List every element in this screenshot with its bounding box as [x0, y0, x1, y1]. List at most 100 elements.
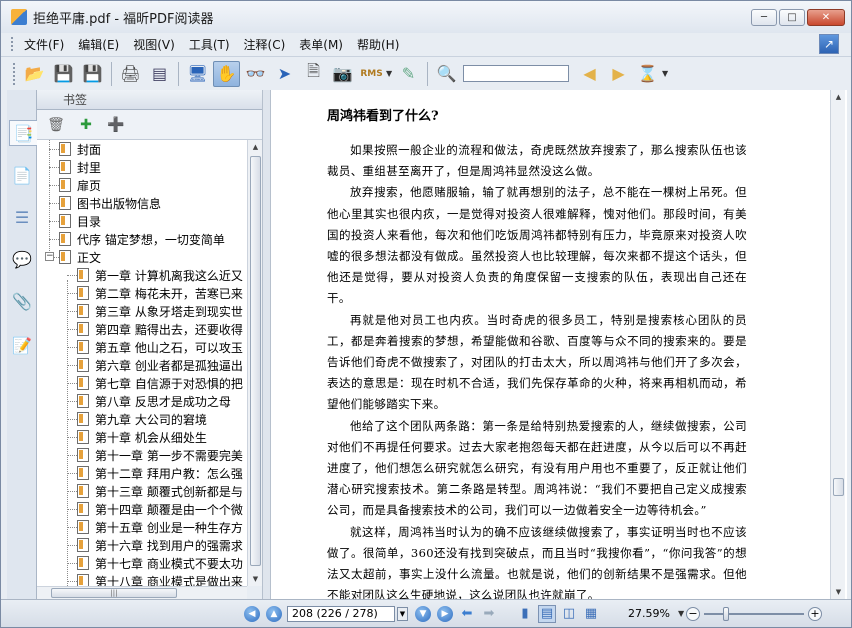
scroll-thumb[interactable] — [250, 156, 261, 566]
zoom-in-icon[interactable]: + — [807, 606, 822, 621]
doc-scroll-thumb[interactable] — [833, 478, 844, 496]
find-next-icon[interactable]: ▶ — [605, 61, 632, 87]
bookmark-item[interactable]: 扉页 — [59, 176, 101, 194]
facing-view-icon[interactable]: ◫ — [560, 605, 578, 623]
zoom-level[interactable]: 27.59% — [628, 607, 670, 620]
go-forward-icon[interactable]: ➡ — [480, 605, 498, 623]
layers-tab-icon[interactable]: ☰ — [11, 204, 33, 230]
menu-form[interactable]: 表单(M) — [292, 36, 350, 53]
add-bookmark-icon[interactable]: ✚ — [77, 116, 95, 134]
bookmark-item[interactable]: 第八章 反思才是成功之母 — [77, 392, 231, 410]
bookmark-item[interactable]: 图书出版物信息 — [59, 194, 161, 212]
search-options-icon[interactable]: ⌛ — [634, 61, 661, 87]
properties-icon[interactable]: ▤ — [146, 61, 173, 87]
save-icon[interactable]: 💾 — [50, 61, 77, 87]
document-vertical-scrollbar[interactable]: ▲ ▼ — [830, 90, 845, 599]
collapse-toggle-icon[interactable]: − — [45, 252, 54, 261]
bookmark-item[interactable]: 第十八章 商业模式是做出来 — [77, 572, 243, 586]
bookmark-item[interactable]: 第十六章 找到用户的强需求 — [77, 536, 243, 554]
bookmark-item[interactable]: 第十五章 创业是一种生存方 — [77, 518, 243, 536]
expand-icon[interactable]: ↗ — [819, 34, 839, 54]
zoom-dropdown-icon[interactable]: ▼ — [678, 609, 686, 618]
doc-scroll-up-icon[interactable]: ▲ — [831, 90, 846, 104]
bookmark-item[interactable]: 第十四章 颠覆是由一个个微 — [77, 500, 243, 518]
print-icon[interactable]: 🖨 — [117, 61, 144, 87]
first-page-icon[interactable]: ◀ — [244, 605, 260, 622]
open-folder-icon[interactable]: 📂 — [21, 61, 48, 87]
single-page-view-icon[interactable]: ▮ — [516, 605, 534, 623]
bookmark-tree[interactable]: 封面 封里 扉页 图书出版物信息 目录 代序 锚定梦想，一切变简单 − 正文 第一章 计算机离我… — [37, 140, 247, 586]
hand-tool-icon[interactable]: ✋ — [213, 60, 240, 87]
last-page-icon[interactable]: ▶ — [437, 605, 453, 622]
zoom-out-icon[interactable]: − — [685, 606, 700, 621]
bookmark-item[interactable]: 第六章 创业者都是孤独逼出 — [77, 356, 243, 374]
minimize-button[interactable]: ─ — [751, 9, 777, 26]
page-number-field[interactable]: 208 (226 / 278) — [287, 605, 395, 622]
select-arrow-icon[interactable]: ➤ — [271, 61, 298, 87]
binoculars-icon[interactable]: 🔍 — [433, 61, 460, 87]
bookmarks-tab-icon[interactable]: 📑 — [9, 120, 37, 146]
bookmark-horizontal-scrollbar[interactable]: ||| — [37, 586, 247, 599]
page-dropdown-icon[interactable]: ▼ — [397, 606, 408, 621]
attachments-tab-icon[interactable]: 📎 — [11, 288, 33, 314]
continuous-facing-view-icon[interactable]: ▦ — [582, 605, 600, 623]
bookmark-item[interactable]: 第十七章 商业模式不要太功 — [77, 554, 243, 572]
bookmark-item[interactable]: 第七章 自信源于对恐惧的把 — [77, 374, 243, 392]
bookmark-item[interactable]: 第五章 他山之石，可以攻玉 — [77, 338, 243, 356]
bookmark-item[interactable]: 第十一章 第一步不需要完美 — [77, 446, 243, 464]
bookmark-vertical-scrollbar[interactable]: ▲ ▼ — [247, 140, 262, 586]
signatures-tab-icon[interactable]: 📝 — [11, 332, 33, 358]
page-thumbnails-tab-icon[interactable]: 📄 — [11, 162, 33, 188]
sign-pen-icon[interactable]: ✎ — [395, 61, 422, 87]
bookmark-item[interactable]: 封里 — [59, 158, 101, 176]
menu-comment[interactable]: 注释(C) — [237, 36, 293, 53]
bookmark-item[interactable]: 封面 — [59, 140, 101, 158]
menu-file[interactable]: 文件(F) — [14, 36, 71, 53]
search-options-dropdown-icon[interactable]: ▼ — [662, 69, 670, 78]
panel-splitter[interactable] — [262, 90, 271, 599]
text-select-icon[interactable]: 🗎 — [300, 61, 327, 87]
bookmark-item[interactable]: 第十三章 颠覆式创新都是与 — [77, 482, 243, 500]
previous-page-icon[interactable]: ▲ — [266, 605, 282, 622]
menu-help[interactable]: 帮助(H) — [350, 36, 406, 53]
add-child-bookmark-icon[interactable]: ➕ — [107, 116, 125, 134]
magnifier-glasses-icon[interactable]: 👓 — [242, 61, 269, 87]
menu-tools[interactable]: 工具(T) — [182, 36, 237, 53]
search-input[interactable] — [463, 65, 569, 82]
maximize-button[interactable]: □ — [779, 9, 805, 26]
bookmark-item[interactable]: 第二章 梅花未开，苦寒已来 — [77, 284, 243, 302]
menu-view[interactable]: 视图(V) — [126, 36, 182, 53]
go-back-icon[interactable]: ⬅ — [458, 605, 476, 623]
find-previous-icon[interactable]: ◀ — [576, 61, 603, 87]
bookmark-item[interactable]: 第一章 计算机离我这么近又 — [77, 266, 243, 284]
menu-edit[interactable]: 编辑(E) — [71, 36, 126, 53]
rms-dropdown-icon[interactable]: ▼ — [386, 69, 394, 78]
save-as-icon[interactable]: 💾 — [79, 61, 106, 87]
zoom-slider[interactable] — [703, 606, 804, 621]
delete-bookmark-icon[interactable]: 🗑 — [47, 116, 65, 134]
bookmark-item[interactable]: 第十章 机会从细处生 — [77, 428, 207, 446]
continuous-view-icon[interactable]: ▤ — [538, 604, 556, 623]
zoom-slider-knob[interactable] — [722, 606, 729, 621]
snapshot-camera-icon[interactable]: 📷 — [329, 61, 356, 87]
scroll-down-icon[interactable]: ▼ — [248, 572, 263, 586]
document-view[interactable]: 周鸿祎看到了什么? 如果按照一般企业的流程和做法，奇虎既然放弃搜索了，那么搜索队… — [271, 90, 847, 599]
rms-icon[interactable]: RMS — [358, 61, 385, 87]
hscroll-thumb[interactable]: ||| — [51, 588, 177, 598]
bookmark-item[interactable]: 第九章 大公司的窘境 — [77, 410, 207, 428]
comments-tab-icon[interactable]: 💬 — [11, 246, 33, 272]
bookmark-item[interactable]: 正文 — [59, 248, 101, 266]
doc-scroll-down-icon[interactable]: ▼ — [831, 585, 846, 599]
bookmark-item[interactable]: 第十二章 拜用户教：怎么强 — [77, 464, 243, 482]
bookmark-item[interactable]: 第四章 黯得出去，还要收得 — [77, 320, 243, 338]
scroll-up-icon[interactable]: ▲ — [248, 140, 263, 154]
bookmark-item[interactable]: 第三章 从象牙塔走到现实世 — [77, 302, 243, 320]
bookmark-item[interactable]: 代序 锚定梦想，一切变简单 — [59, 230, 225, 248]
bookmark-item[interactable]: 目录 — [59, 212, 101, 230]
tree-guide-line — [67, 563, 77, 564]
close-button[interactable]: ✕ — [807, 9, 845, 26]
fullscreen-monitor-icon[interactable]: 🖥 — [184, 61, 211, 87]
document-paragraph: 就这样，周鸿祎当时认为的确不应该继续做搜索了，事实证明当时也不应该做了。很简单，… — [327, 524, 747, 599]
next-page-icon[interactable]: ▼ — [415, 605, 431, 622]
title-bar[interactable]: 拒绝平庸.pdf - 福昕PDF阅读器 ─ □ ✕ — [1, 1, 851, 33]
